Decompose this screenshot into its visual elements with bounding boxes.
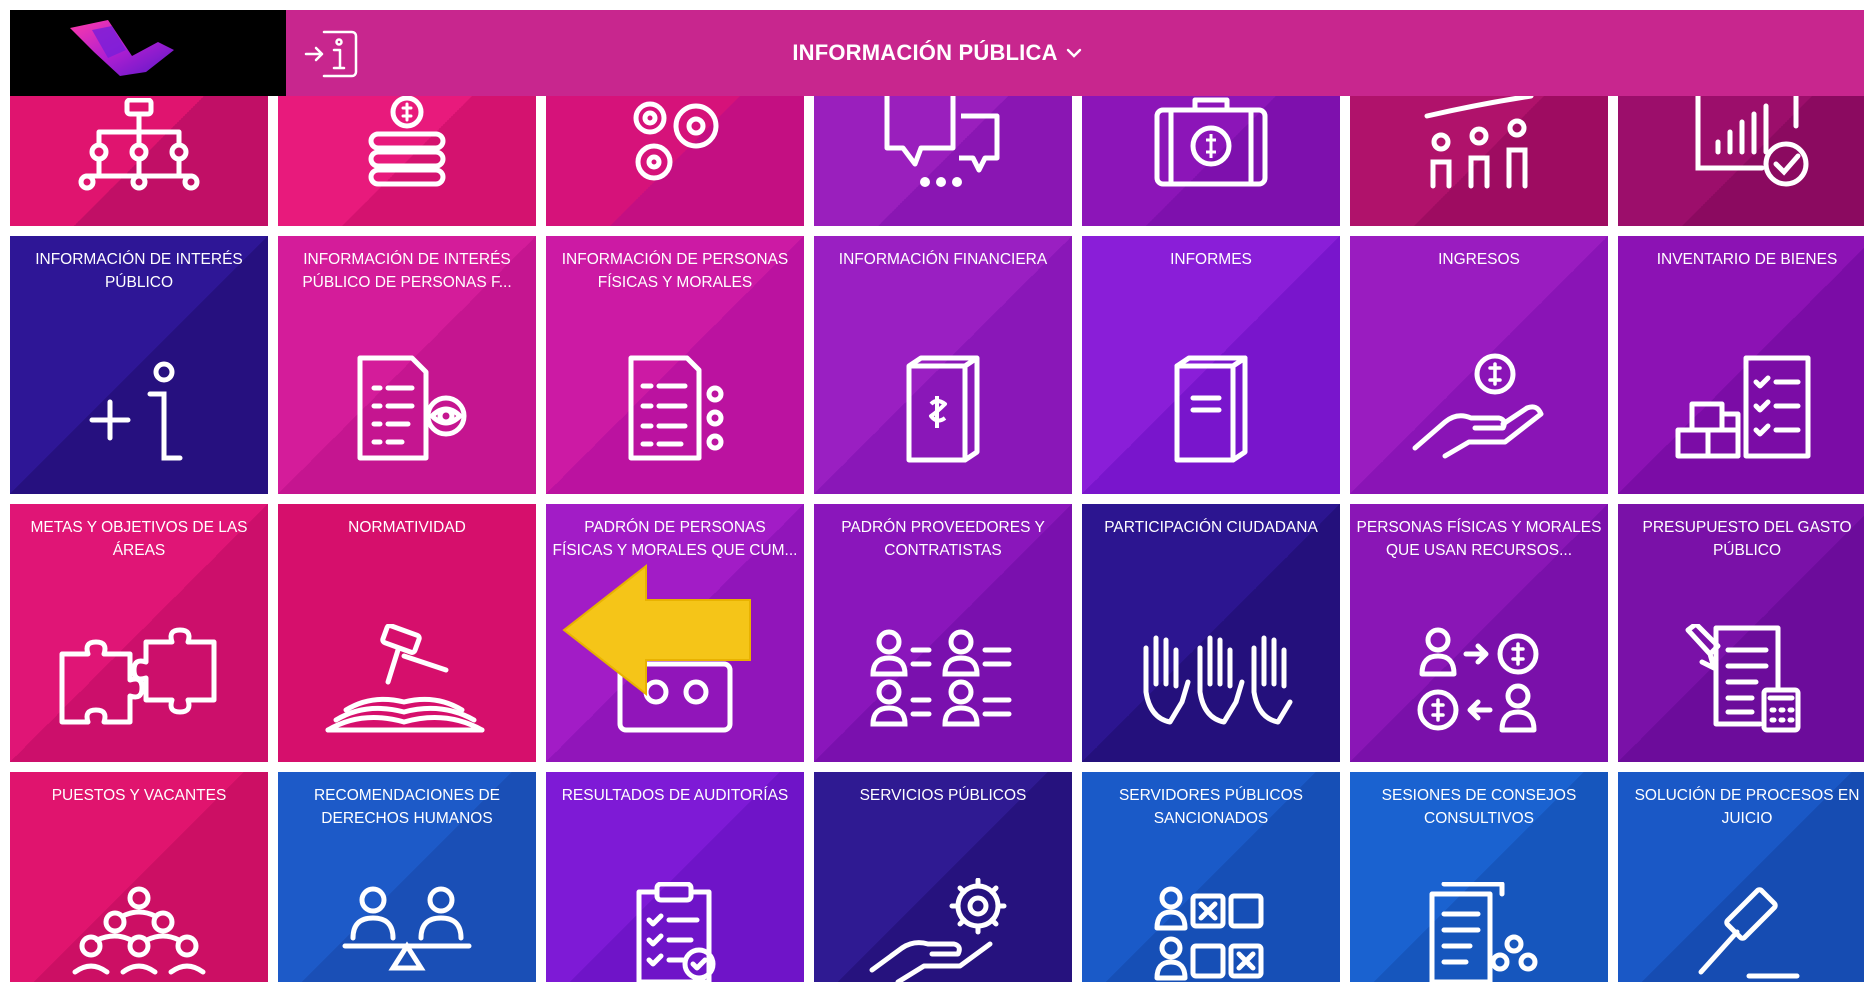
puzzle-icon	[59, 627, 217, 725]
tile-label: INVENTARIO DE BIENES	[1656, 251, 1838, 268]
tile-label: SOLUCIÓN DE PROCESOS EN JUICIO	[1634, 787, 1860, 827]
tile-label: SERVIDORES PÚBLICOS SANCIONADOS	[1118, 787, 1304, 827]
tile-padron-proveedores-contratistas[interactable]: PADRÓN PROVEEDORES Y CONTRATISTAS	[814, 504, 1072, 762]
money-case-icon	[1154, 97, 1268, 187]
tile-informes[interactable]: INFORMES	[1082, 236, 1340, 494]
tile-label: PARTICIPACIÓN CIUDADANA	[1104, 519, 1318, 536]
tile-label: METAS Y OBJETIVOS DE LAS ÁREAS	[30, 519, 248, 559]
tile-inventario-bienes[interactable]: INVENTARIO DE BIENES	[1618, 236, 1864, 494]
tile-padron-personas-fisicas-morales[interactable]: PADRÓN DE PERSONAS FÍSICAS Y MORALES QUE…	[546, 504, 804, 762]
money-stack-icon	[368, 96, 446, 187]
team-icon	[72, 886, 206, 975]
tile-label: SESIONES DE CONSEJOS CONSULTIVOS	[1381, 787, 1577, 827]
tile-label: INGRESOS	[1438, 251, 1520, 268]
tile-row0-6[interactable]	[1350, 96, 1608, 226]
people-list-icon	[870, 629, 1012, 727]
tile-label: INFORMACIÓN DE PERSONAS FÍSICAS Y MORALE…	[561, 251, 789, 291]
tile-label: PUESTOS Y VACANTES	[51, 787, 227, 804]
tile-row0-2[interactable]	[278, 96, 536, 226]
people-balance-icon	[342, 886, 472, 971]
tile-label: INFORMACIÓN FINANCIERA	[838, 251, 1048, 268]
document-eye-icon	[357, 355, 467, 461]
tile-label: INFORMACIÓN DE INTERÉS PÚBLICO DE PERSON…	[302, 251, 512, 291]
tile-servidores-publicos-sancionados[interactable]: SERVIDORES PÚBLICOS SANCIONADOS	[1082, 772, 1340, 982]
report-book-icon	[1174, 355, 1248, 463]
tile-row0-7[interactable]	[1618, 96, 1864, 226]
tile-normatividad[interactable]: NORMATIVIDAD	[270, 496, 544, 770]
tile-informacion-interes-publico-personas[interactable]: INFORMACIÓN DE INTERÉS PÚBLICO DE PERSON…	[278, 236, 536, 494]
chevron-down-icon[interactable]	[1066, 48, 1082, 58]
tile-presupuesto-gasto-publico[interactable]: PRESUPUESTO DEL GASTO PÚBLICO	[1618, 504, 1864, 762]
registry-icon	[617, 661, 733, 733]
section-title: INFORMACIÓN PÚBLICA	[10, 10, 1864, 96]
documents-people-icon	[1429, 882, 1538, 982]
tile-label: PRESUPUESTO DEL GASTO PÚBLICO	[1642, 519, 1852, 559]
plus-info-icon	[89, 361, 183, 461]
tile-label: PADRÓN DE PERSONAS FÍSICAS Y MORALES QUE…	[552, 519, 798, 559]
tile-label: INFORMES	[1170, 251, 1252, 268]
gavel-book-icon	[325, 624, 485, 733]
tile-informacion-financiera[interactable]: INFORMACIÓN FINANCIERA	[814, 236, 1072, 494]
org-chart-icon	[78, 98, 200, 191]
tile-row0-1[interactable]	[10, 96, 268, 226]
enter-info-icon	[304, 30, 358, 78]
tile-label: RESULTADOS DE AUDITORÍAS	[561, 787, 789, 804]
tile-solucion-procesos-juicio[interactable]: SOLUCIÓN DE PROCESOS EN JUICIO	[1618, 772, 1864, 982]
transparency-tiles-grid: INFORMACIÓN DE INTERÉS PÚBLICO INFORMACI…	[10, 96, 1864, 982]
budget-calculator-icon	[1685, 624, 1801, 733]
tile-label: INFORMACIÓN DE INTERÉS PÚBLICO	[35, 251, 243, 291]
tile-personas-fisicas-morales-recursos[interactable]: PERSONAS FÍSICAS Y MORALES QUE USAN RECU…	[1350, 504, 1608, 762]
document-people-icon	[628, 355, 724, 461]
tile-row0-3[interactable]	[546, 96, 804, 226]
tile-recomendaciones-derechos-humanos[interactable]: RECOMENDACIONES DE DERECHOS HUMANOS	[278, 772, 536, 982]
tile-puestos-vacantes[interactable]: PUESTOS Y VACANTES	[10, 772, 268, 982]
hand-coin-icon	[1412, 353, 1544, 459]
tile-resultados-auditorias[interactable]: RESULTADOS DE AUDITORÍAS	[546, 772, 804, 982]
tile-sesiones-consejos-consultivos[interactable]: SESIONES DE CONSEJOS CONSULTIVOS	[1350, 772, 1608, 982]
tile-servicios-publicos[interactable]: SERVICIOS PÚBLICOS	[814, 772, 1072, 982]
enter-info-button[interactable]	[300, 24, 364, 84]
money-book-icon	[906, 355, 980, 463]
logo[interactable]	[10, 10, 286, 96]
people-x-icon	[1154, 886, 1264, 981]
gavel-icon	[1698, 887, 1800, 979]
tile-row0-5[interactable]	[1082, 96, 1340, 226]
logo-mark-icon	[70, 20, 174, 76]
tile-informacion-personas-fisicas-morales[interactable]: INFORMACIÓN DE PERSONAS FÍSICAS Y MORALE…	[546, 236, 804, 494]
boxes-checklist-icon	[1675, 355, 1811, 459]
raised-hands-icon	[1143, 635, 1293, 725]
section-dropdown-label[interactable]: INFORMACIÓN PÚBLICA	[792, 40, 1057, 66]
hand-gear-icon	[869, 878, 1007, 982]
top-bar: INFORMACIÓN PÚBLICA	[10, 10, 1864, 96]
tile-label: PADRÓN PROVEEDORES Y CONTRATISTAS	[841, 519, 1045, 559]
tile-label: PERSONAS FÍSICAS Y MORALES QUE USAN RECU…	[1356, 519, 1602, 559]
tile-ingresos[interactable]: INGRESOS	[1350, 236, 1608, 494]
tile-label: SERVICIOS PÚBLICOS	[859, 787, 1027, 804]
chat-bubbles-icon	[884, 96, 1000, 187]
chart-check-icon	[1695, 96, 1809, 187]
tile-informacion-interes-publico[interactable]: INFORMACIÓN DE INTERÉS PÚBLICO	[10, 236, 268, 494]
clipboard-check-icon	[636, 882, 716, 982]
tile-participacion-ciudadana[interactable]: PARTICIPACIÓN CIUDADANA	[1082, 504, 1340, 762]
gears-icon	[633, 101, 719, 181]
people-exchange-icon	[1417, 627, 1539, 733]
people-growth-icon	[1424, 96, 1534, 189]
tile-metas-objetivos[interactable]: METAS Y OBJETIVOS DE LAS ÁREAS	[10, 504, 268, 762]
tile-row0-4[interactable]	[814, 96, 1072, 226]
tile-label: NORMATIVIDAD	[348, 519, 466, 536]
tile-label: RECOMENDACIONES DE DERECHOS HUMANOS	[313, 787, 501, 827]
